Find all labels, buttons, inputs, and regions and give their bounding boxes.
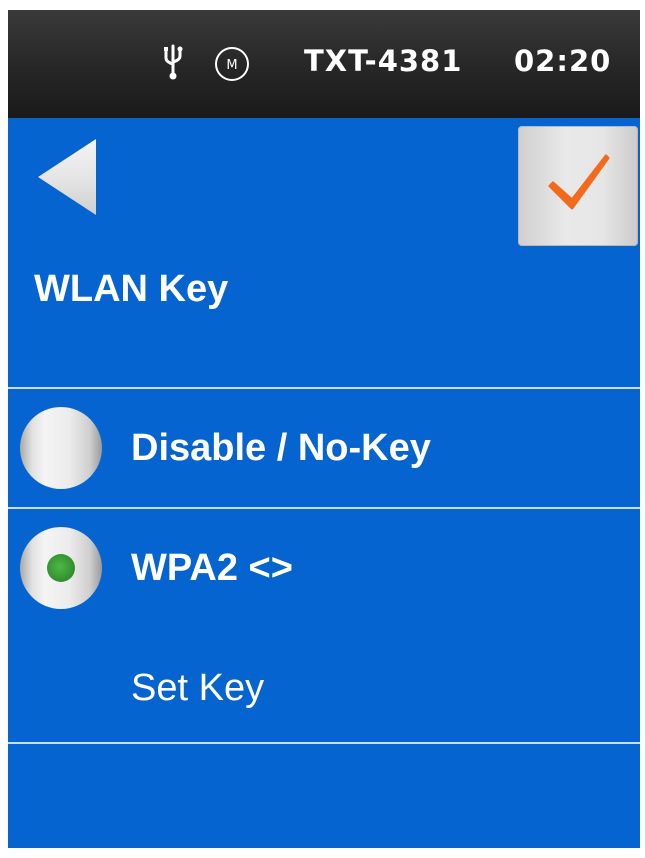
divider — [8, 507, 640, 509]
usb-icon — [164, 44, 183, 80]
divider — [8, 742, 640, 744]
device-name: TXT-4381 — [304, 44, 463, 78]
back-arrow-icon — [38, 139, 96, 215]
confirm-button[interactable] — [518, 126, 638, 246]
radio-selected-dot — [47, 554, 75, 582]
radio-wpa2[interactable] — [20, 527, 102, 609]
back-button[interactable] — [34, 137, 104, 217]
page-title: WLAN Key — [34, 268, 229, 310]
radio-disable[interactable] — [20, 407, 102, 489]
m-circle-icon: M — [215, 47, 249, 81]
app-screen: M TXT-4381 02:20 WLAN Key Disable / No-K… — [8, 10, 640, 848]
m-icon-letter: M — [226, 58, 237, 73]
option-label-wpa2[interactable]: WPA2 <> — [131, 547, 293, 590]
option-label-disable[interactable]: Disable / No-Key — [131, 427, 431, 470]
divider — [8, 387, 640, 389]
checkmark-icon — [548, 154, 610, 210]
status-bar: M TXT-4381 02:20 — [8, 10, 640, 118]
status-clock: 02:20 — [514, 44, 612, 78]
set-key-button[interactable]: Set Key — [131, 667, 264, 710]
